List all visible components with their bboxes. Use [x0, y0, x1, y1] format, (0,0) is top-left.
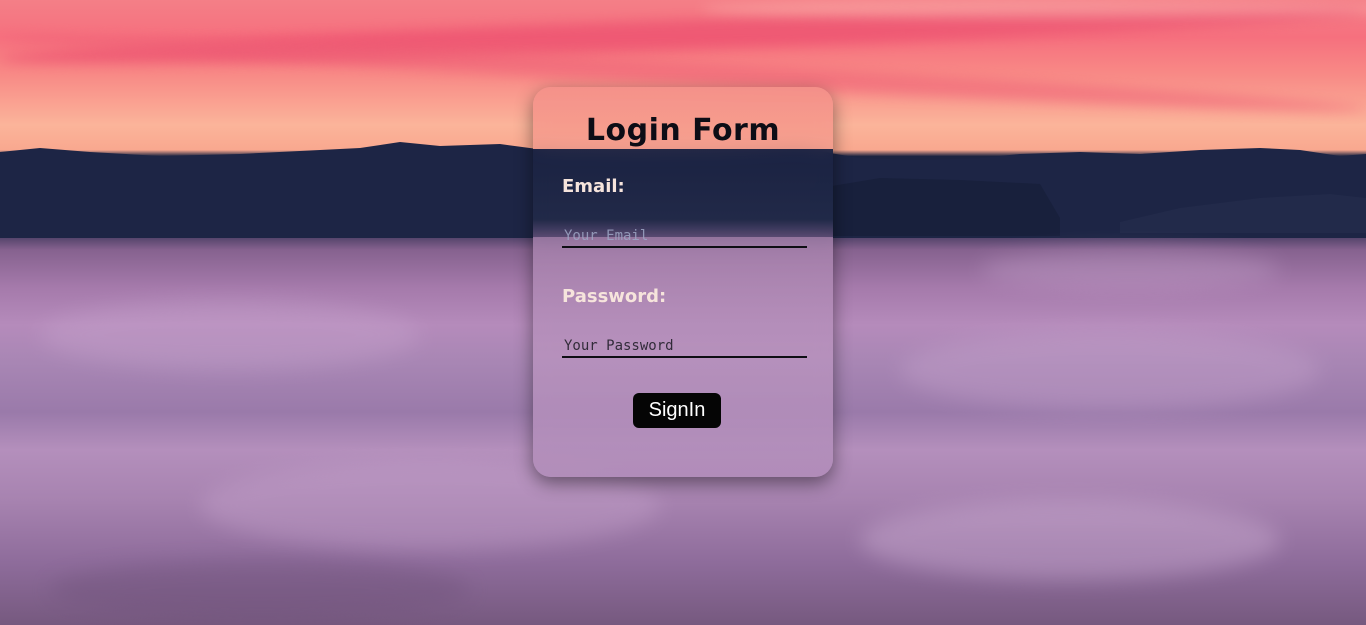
email-field[interactable] [562, 222, 807, 248]
cloud [40, 300, 420, 370]
login-form-title: Login Form [585, 113, 781, 148]
password-field[interactable] [562, 332, 807, 358]
sky-streak [700, 0, 1366, 18]
cloud [900, 330, 1320, 410]
login-card: Login Form Email: Password: SignIn [533, 87, 833, 477]
signin-button[interactable]: SignIn [633, 393, 721, 428]
cloud [50, 560, 470, 620]
email-label: Email: [562, 176, 625, 197]
password-label: Password: [562, 286, 667, 307]
cloud [860, 500, 1280, 580]
cloud [980, 250, 1280, 290]
